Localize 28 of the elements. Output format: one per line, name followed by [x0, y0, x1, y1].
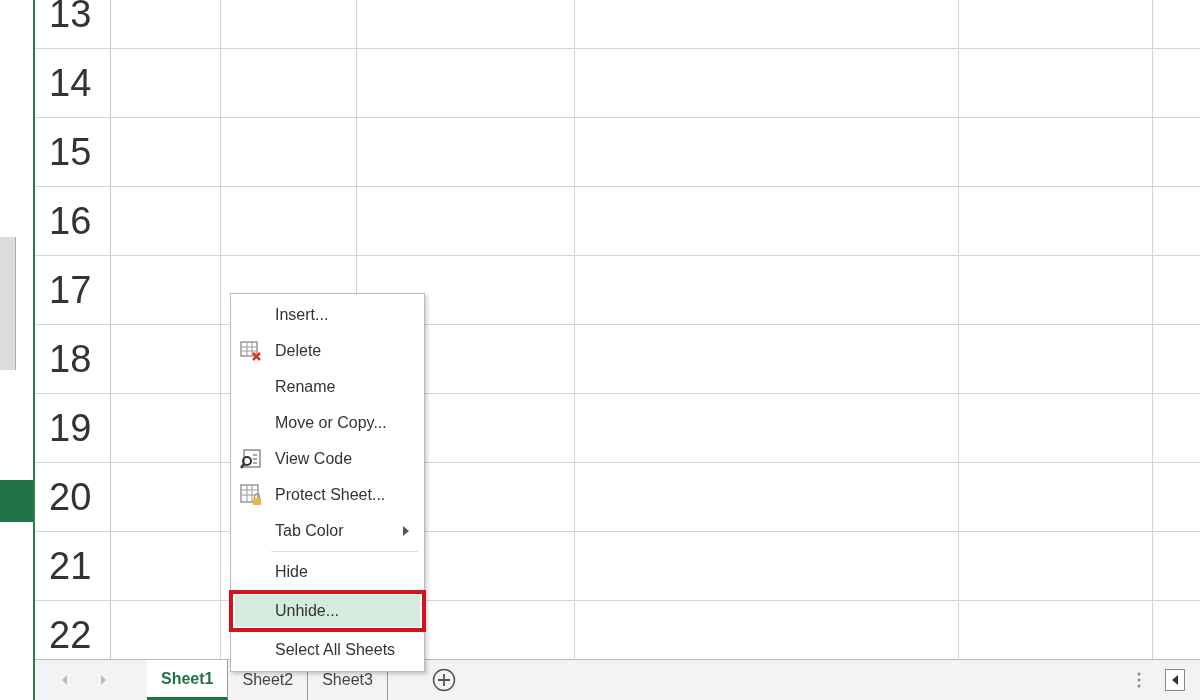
- menu-item[interactable]: Rename: [235, 369, 420, 405]
- scroll-left-button[interactable]: [1165, 669, 1185, 691]
- row-header[interactable]: 13: [35, 0, 111, 48]
- row-header[interactable]: 15: [35, 118, 111, 186]
- menu-item[interactable]: Protect Sheet...: [235, 477, 420, 513]
- menu-item[interactable]: Tab Color: [235, 513, 420, 549]
- menu-item[interactable]: Delete: [235, 333, 420, 369]
- row-header[interactable]: 20: [35, 463, 111, 531]
- view-code-icon: [239, 447, 263, 471]
- add-sheet-icon[interactable]: [431, 668, 456, 692]
- row-header[interactable]: 19: [35, 394, 111, 462]
- row-header[interactable]: 14: [35, 49, 111, 117]
- row-header[interactable]: 21: [35, 532, 111, 600]
- row-header[interactable]: 18: [35, 325, 111, 393]
- splitter-icon[interactable]: [1137, 671, 1141, 689]
- ribbon-bar: [0, 480, 33, 522]
- row-header[interactable]: 16: [35, 187, 111, 255]
- menu-item[interactable]: Hide: [235, 554, 420, 590]
- row-header[interactable]: 17: [35, 256, 111, 324]
- submenu-arrow-icon: [402, 526, 410, 536]
- menu-item[interactable]: Unhide...: [235, 595, 420, 627]
- protect-sheet-icon: [239, 483, 263, 507]
- menu-item[interactable]: Insert...: [235, 297, 420, 333]
- sheet-tab[interactable]: Sheet1: [147, 660, 229, 700]
- delete-sheet-icon: [239, 339, 263, 363]
- caret-left-icon: [1171, 674, 1179, 686]
- menu-item[interactable]: View Code: [235, 441, 420, 477]
- menu-item[interactable]: Move or Copy...: [235, 405, 420, 441]
